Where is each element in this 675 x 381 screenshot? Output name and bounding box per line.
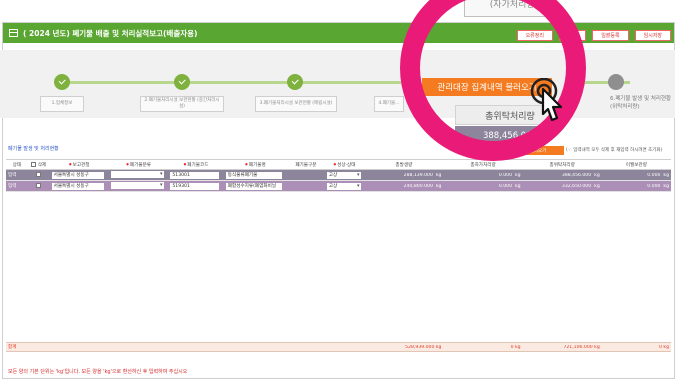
col-header-generated: 총발생량: [395, 162, 413, 168]
row-property-select[interactable]: 고상: [325, 182, 365, 190]
row-org-field[interactable]: 서울특별시 성동구: [50, 182, 109, 190]
row-property-select[interactable]: 고상: [325, 171, 365, 179]
total-generated: 528,939.000 kg: [405, 344, 442, 350]
row-self: 0.000 kg: [498, 183, 521, 189]
col-header-state: 상태: [12, 162, 22, 168]
section-title: 폐기물 발생 및 처리현황: [8, 146, 59, 152]
row-name-field[interactable]: 동식물류폐기물: [224, 171, 287, 179]
temp-save-button[interactable]: 임시저장: [634, 30, 671, 41]
row-code-field[interactable]: 513001: [168, 171, 223, 179]
reset-note: (☜ 입력내역 모두 삭제 후 재입력 하시려면 초기화): [566, 148, 663, 153]
col-header-org: 보고관청: [50, 162, 109, 168]
step-6-dot: [608, 74, 624, 90]
row-consigned: 332,650.000 kg: [561, 183, 600, 189]
select-all-checkbox[interactable]: [31, 161, 37, 167]
col-header-delete: 삭제: [28, 161, 50, 168]
row-delete-checkbox[interactable]: [28, 172, 50, 178]
col-header-consigned: 총위탁처리량: [549, 162, 575, 168]
col-header-kind: 폐기물분류: [109, 162, 168, 168]
col-header-carryover: 이월보관량: [625, 162, 647, 168]
step-3-check-icon: [287, 74, 303, 90]
table-row[interactable]: 입력 서울특별시 성동구 513001 동식물류폐기물 고상 288,139.0…: [6, 170, 671, 181]
zoom-step-box: 배출 및 (자가처리량): [464, 0, 564, 17]
row-self: 0.000 kg: [498, 172, 521, 178]
row-state: 입력: [8, 184, 17, 189]
table-row[interactable]: 입력 서울특별시 성동구 519301 폐합성수지류(폐염화비닐 고상 240,…: [6, 181, 671, 192]
zoom-value-2: 332,65...: [491, 148, 529, 158]
row-name-field[interactable]: 폐합성수지류(폐염화비닐: [224, 182, 287, 190]
row-delete-checkbox[interactable]: [28, 183, 50, 189]
col-header-self: 총자가처리량: [470, 162, 496, 168]
step-2-check-icon: [174, 74, 190, 90]
step-1-check-icon: [54, 74, 70, 90]
row-generated: 288,139.000 kg: [403, 172, 442, 178]
col-header-code: 폐기물코드: [168, 162, 223, 168]
batch-register-button[interactable]: 일괄등록: [592, 30, 629, 41]
waste-table: 상태 삭제 보고관청 폐기물분류 폐기물코드 폐기물명 폐기물구분 성상·상태 …: [6, 159, 671, 192]
row-state: 입력: [8, 173, 17, 178]
row-carryover: 0.000 kg: [647, 183, 669, 189]
row-generated: 240,800.000 kg: [403, 183, 442, 189]
row-kind-select[interactable]: [109, 181, 168, 191]
unit-notice: 모든 양의 기본 단위는 'kg'입니다. 모든 양을 'kg'으로 환산하신 …: [8, 369, 188, 375]
total-carryover: 0 kg: [659, 344, 669, 350]
row-code-field[interactable]: 519301: [168, 182, 223, 190]
step-3-label[interactable]: 3.폐기물처리시설 보관현황 (매립시설): [255, 96, 337, 112]
total-label: 합계: [8, 345, 17, 350]
hand-cursor-icon: [530, 78, 563, 122]
window-icon: [9, 29, 18, 37]
row-consigned: 388,456.000 kg: [561, 172, 600, 178]
table-header-row: 상태 삭제 보고관청 폐기물분류 폐기물코드 폐기물명 폐기물구분 성상·상태 …: [6, 159, 671, 170]
step-2-label[interactable]: 2.폐기물처리시설 보관현황 (중간처리시설): [140, 96, 224, 112]
col-header-name: 폐기물명: [224, 162, 287, 168]
row-carryover: 0.000 kg: [647, 172, 669, 178]
row-kind-select[interactable]: [109, 170, 168, 180]
total-consigned: 721,106.000 kg: [563, 344, 600, 350]
col-header-property: 성상·상태: [325, 162, 365, 168]
window-title: ( 2024 년도) 폐기물 배출 및 처리실적보고(배출자용): [23, 28, 198, 38]
total-row: 합계 528,939.000 kg 0 kg 721,106.000 kg 0 …: [6, 342, 671, 352]
col-header-wtype: 폐기물구분: [295, 162, 317, 168]
step-1-label[interactable]: 1.업체정보: [40, 96, 84, 112]
row-org-field[interactable]: 서울특별시 성동구: [50, 171, 109, 179]
step-6-label[interactable]: 6.폐기물 발생 및 처리현황 (위탁처리량): [610, 96, 675, 111]
total-self: 0 kg: [510, 344, 521, 350]
